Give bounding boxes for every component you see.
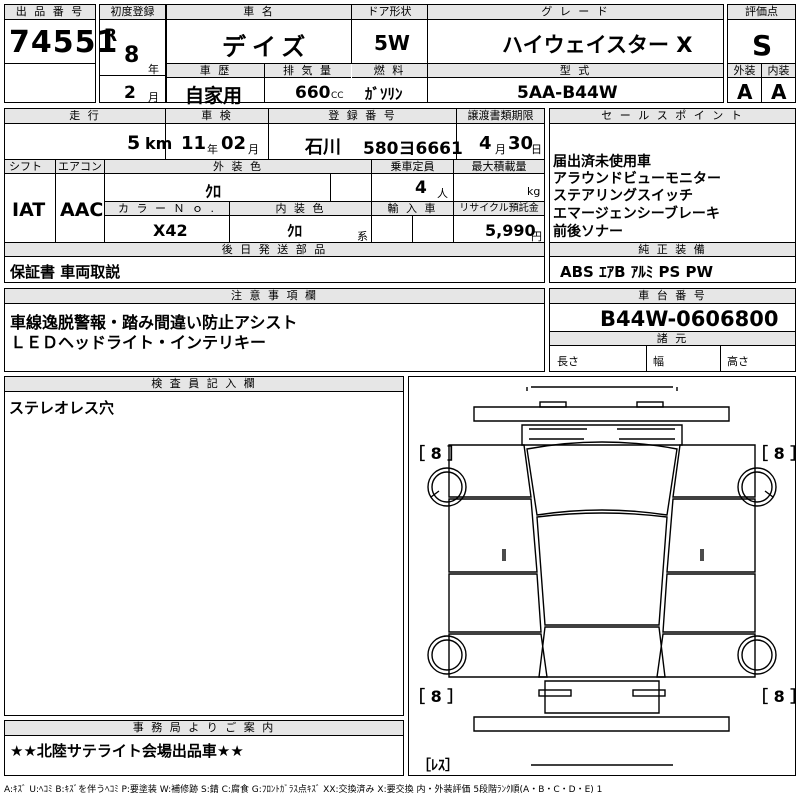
car-info-box: 車 名 デイズ ドア形状 5W グ レ ー ド ハイウェイスター X 車 歴 排… — [166, 4, 724, 107]
int-color-value: ｸﾛ — [287, 222, 303, 240]
model-label: 型 式 — [428, 64, 723, 78]
fuel-value: ｶﾞｿﾘﾝ — [365, 85, 403, 103]
office-text: ★★北陸サテライト会場出品車★★ — [10, 742, 244, 760]
first-reg-box: 初度登録 R 8 年 2 月 — [99, 4, 166, 104]
notes-line: ＬＥＤヘッドライト・インテリキー — [10, 333, 267, 352]
door-value: 5W — [374, 31, 410, 55]
chassis-label: 車 台 番 号 — [550, 289, 795, 304]
load-unit: kg — [527, 185, 541, 198]
month-value: 2 — [124, 83, 136, 103]
shift-label: シフト — [5, 160, 55, 174]
score-label: 評価点 — [728, 5, 795, 20]
inspector-box: 検 査 員 記 入 欄 ステレオレス穴 — [4, 376, 404, 716]
ext-color-value: ｸﾛ — [205, 182, 222, 201]
year-value: 8 — [124, 43, 140, 68]
int-color-label: 内 装 色 — [230, 202, 371, 216]
score-box: 評価点 S 外装 内装 A A — [727, 4, 796, 104]
lot-box: 出 品 番 号 74551 — [4, 4, 117, 103]
inspection-label: 車 検 — [166, 109, 268, 124]
office-label: 事 務 局 よ り ご 案 内 — [5, 721, 403, 736]
equip-label: 純 正 装 備 — [550, 243, 795, 257]
inspector-text: ステレオレス穴 — [9, 399, 115, 417]
import-label: 輸 入 車 — [372, 202, 453, 216]
notes-box: 注 意 事 項 欄 車線逸脱警報・踏み間違い防止アシスト ＬＥＤヘッドライト・イ… — [4, 288, 545, 372]
interior-value: A — [771, 80, 787, 104]
score-value: S — [752, 29, 773, 62]
ac-value: AAC — [60, 199, 104, 221]
insp-month: 02 — [221, 133, 247, 154]
displacement-unit: CC — [331, 91, 344, 101]
reg-number: 580ヨ6661 — [363, 139, 463, 159]
sales-line: ステアリングスイッチ — [553, 188, 693, 204]
spare-tire: ［ﾚｽ］ — [417, 758, 459, 774]
mileage-value: 5 — [127, 132, 141, 154]
era-letter: R — [104, 26, 118, 46]
exterior-label: 外装 — [728, 64, 761, 78]
car-name-label: 車 名 — [167, 5, 351, 20]
car-name: デイズ — [222, 33, 312, 61]
shift-value: IAT — [12, 199, 46, 221]
transfer-month: 4 — [479, 133, 492, 154]
color-no-label: カ ラ ー Ｎ ｏ . — [105, 202, 229, 216]
transfer-day-unit: 日 — [531, 143, 542, 156]
sales-line: 前後ソナー — [553, 224, 623, 240]
capacity-unit: 人 — [437, 187, 448, 200]
capacity-label: 乗車定員 — [372, 160, 453, 174]
grade-label: グ レ ー ド — [428, 5, 723, 20]
insp-year: 11 — [181, 133, 207, 154]
chassis-box: 車 台 番 号 B44W-0606800 諸 元 長さ 幅 高さ — [549, 288, 796, 372]
displacement-label: 排 気 量 — [265, 64, 351, 78]
tire-rear-left: ［ 8 ］ — [409, 687, 464, 706]
sales-line: エマージェンシーブレーキ — [553, 206, 720, 222]
vehicle-detail-box: 走 行 5 km 車 検 11 年 02 月 登 録 番 号 石川 580ヨ66… — [4, 108, 545, 283]
sales-box: セ ー ル ス ポ イ ン ト 届出済未使用車 アラウンドビューモニター ステア… — [549, 108, 796, 283]
insp-year-unit: 年 — [207, 143, 218, 156]
recycle-label: リサイクル預託金 — [454, 202, 544, 216]
ac-label: エアコン — [56, 160, 104, 174]
color-no-value: X42 — [153, 221, 188, 240]
transfer-day: 30 — [508, 133, 534, 154]
height-label: 高さ — [727, 355, 749, 368]
sales-label: セ ー ル ス ポ イ ン ト — [550, 109, 795, 124]
door-label: ドア形状 — [352, 5, 427, 20]
reg-region: 石川 — [305, 137, 341, 158]
grade-value: ハイウェイスター X — [502, 33, 693, 57]
later-label: 後 日 発 送 部 品 — [5, 243, 544, 257]
model-value: 5AA-B44W — [517, 83, 618, 103]
recycle-value: 5,990 — [485, 221, 536, 240]
car-body-diagram — [427, 386, 777, 766]
mileage-unit: km — [145, 134, 173, 153]
later-value: 保証書 車両取説 — [10, 263, 121, 281]
office-box: 事 務 局 よ り ご 案 内 ★★北陸サテライト会場出品車★★ — [4, 720, 404, 776]
tire-front-right: ［ 8 ］ — [752, 444, 800, 463]
capacity-value: 4 — [415, 178, 427, 198]
first-reg-label: 初度登録 — [100, 5, 165, 20]
tire-rear-right: ［ 8 ］ — [752, 687, 800, 706]
notes-label: 注 意 事 項 欄 — [5, 289, 544, 304]
length-label: 長さ — [557, 355, 579, 368]
fuel-label: 燃 料 — [352, 64, 427, 78]
mileage-label: 走 行 — [5, 109, 165, 124]
ext-color-label: 外 装 色 — [105, 160, 371, 174]
reg-label: 登 録 番 号 — [269, 109, 456, 124]
tire-front-left: ［ 8 ］ — [409, 444, 464, 463]
history-label: 車 歴 — [167, 64, 264, 78]
legend-text: A:ｷｽﾞ U:ﾍｺﾐ B:ｷｽﾞを伴うﾍｺﾐ P:要塗装 W:補修跡 S:錆 … — [4, 785, 603, 795]
exterior-value: A — [737, 80, 753, 104]
lot-label: 出 品 番 号 — [5, 5, 95, 20]
transfer-label: 譲渡書類期限 — [457, 109, 544, 124]
equip-value: ABS ｴｱB ｱﾙﾐ PS PW — [560, 263, 714, 281]
dims-label: 諸 元 — [550, 332, 795, 346]
width-label: 幅 — [653, 355, 664, 368]
history-value: 自家用 — [185, 85, 243, 107]
inspector-label: 検 査 員 記 入 欄 — [5, 377, 403, 392]
month-unit: 月 — [148, 91, 159, 104]
load-label: 最大積載量 — [454, 160, 544, 174]
transfer-month-unit: 月 — [495, 143, 506, 156]
insp-month-unit: 月 — [248, 143, 259, 156]
chassis-number: B44W-0606800 — [600, 307, 779, 331]
interior-label: 内装 — [762, 64, 795, 78]
body-diagram-box: ［ 8 ］ ［ 8 ］ ［ 8 ］ ［ 8 ］ ［ﾚｽ］ — [408, 376, 800, 776]
displacement-value: 660 — [295, 83, 331, 103]
